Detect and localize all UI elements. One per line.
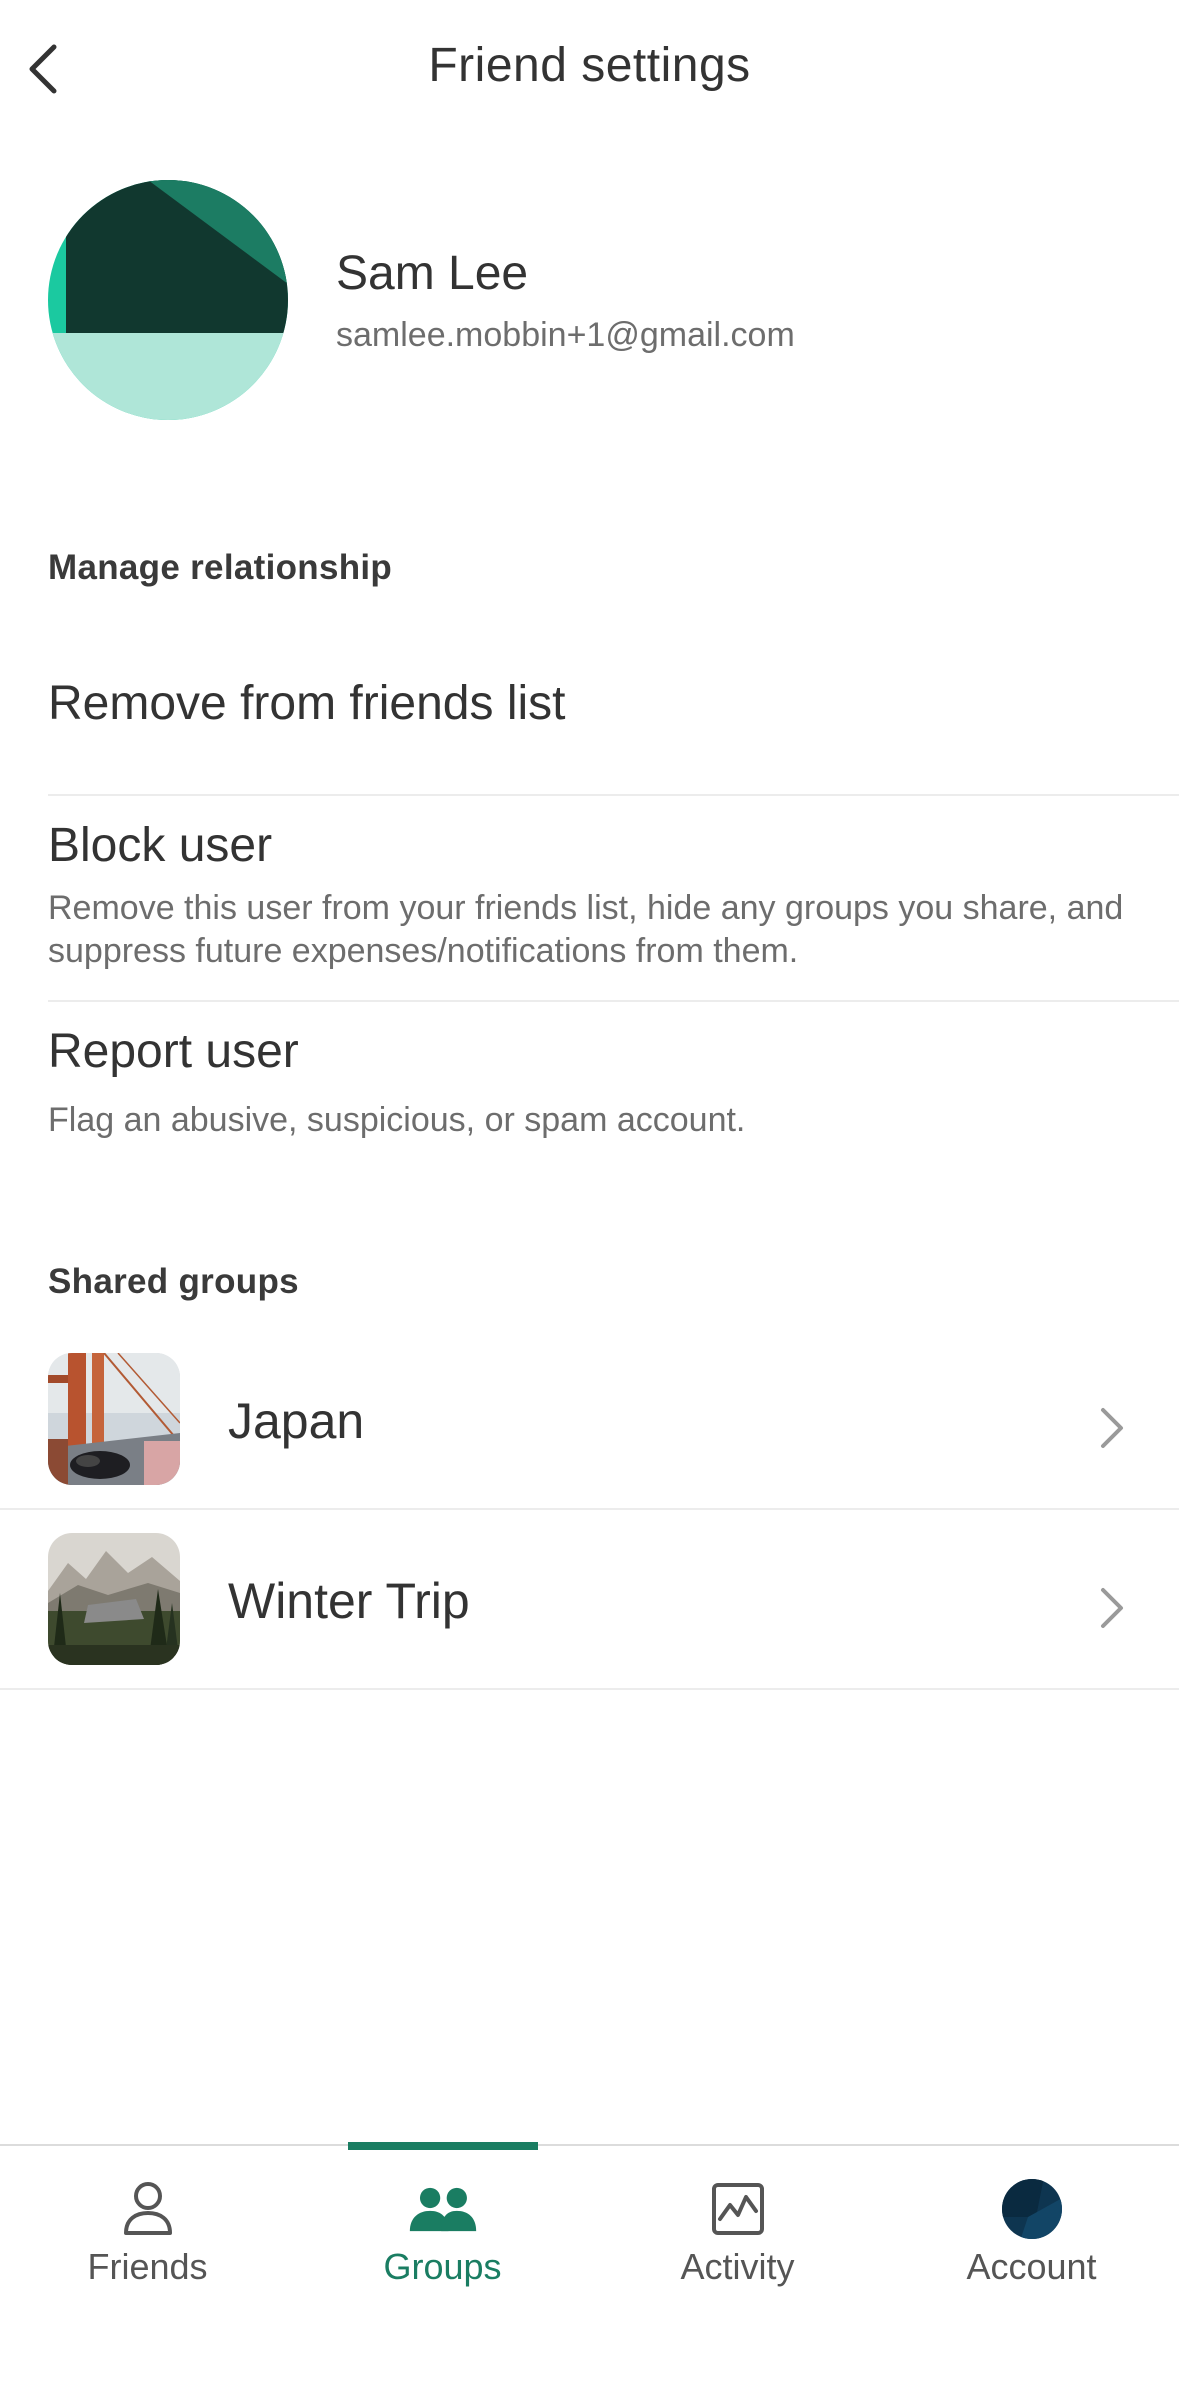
tab-friends[interactable]: Friends <box>0 2146 295 2346</box>
header: Friend settings <box>0 0 1179 140</box>
group-row-japan[interactable]: Japan <box>0 1306 1179 1486</box>
chevron-right-icon <box>1101 1408 1123 1448</box>
tab-label: Account <box>966 2246 1097 2287</box>
group-icon <box>408 2174 478 2244</box>
block-user-label: Block user <box>48 819 273 872</box>
account-avatar-icon <box>997 2174 1067 2244</box>
remove-friend-option[interactable]: Remove from friends list <box>48 676 1179 731</box>
tab-groups[interactable]: Groups <box>295 2146 590 2346</box>
report-user-option[interactable]: Report user Flag an abusive, suspicious,… <box>48 1024 1179 1142</box>
report-user-label: Report user <box>48 1025 299 1078</box>
group-name: Winter Trip <box>228 1573 470 1629</box>
tab-label: Friends <box>87 2246 208 2287</box>
activity-icon <box>703 2174 773 2244</box>
block-user-description: Remove this user from your friends list,… <box>48 889 1124 970</box>
page-title: Friend settings <box>428 39 751 92</box>
friend-name: Sam Lee <box>336 247 529 300</box>
shared-groups-heading: Shared groups <box>48 1262 299 1301</box>
report-user-description: Flag an abusive, suspicious, or spam acc… <box>48 1101 746 1139</box>
tab-label: Activity <box>680 2246 795 2287</box>
chevron-right-icon <box>1101 1588 1123 1628</box>
person-icon <box>113 2174 183 2244</box>
tab-label: Groups <box>383 2246 502 2287</box>
tab-account[interactable]: Account <box>884 2146 1179 2346</box>
group-row-winter-trip[interactable]: Winter Trip <box>0 1486 1179 1666</box>
friend-profile: Sam Lee samlee.mobbin+1@gmail.com <box>48 180 1148 420</box>
block-user-option[interactable]: Block user Remove this user from your fr… <box>48 818 1179 973</box>
group-name: Japan <box>228 1393 365 1449</box>
remove-friend-label: Remove from friends list <box>48 677 566 730</box>
group-photo-icon <box>48 1353 180 1485</box>
manage-relationship-heading: Manage relationship <box>48 548 393 587</box>
tab-activity[interactable]: Activity <box>590 2146 885 2346</box>
divider <box>48 1000 1179 1002</box>
avatar <box>48 180 288 420</box>
divider <box>48 794 1179 796</box>
bottom-tab-bar: Friends Groups Activity Account <box>0 2142 1179 2396</box>
group-photo-icon <box>48 1533 180 1665</box>
friend-email: samlee.mobbin+1@gmail.com <box>336 316 795 354</box>
divider <box>0 1688 1179 1690</box>
